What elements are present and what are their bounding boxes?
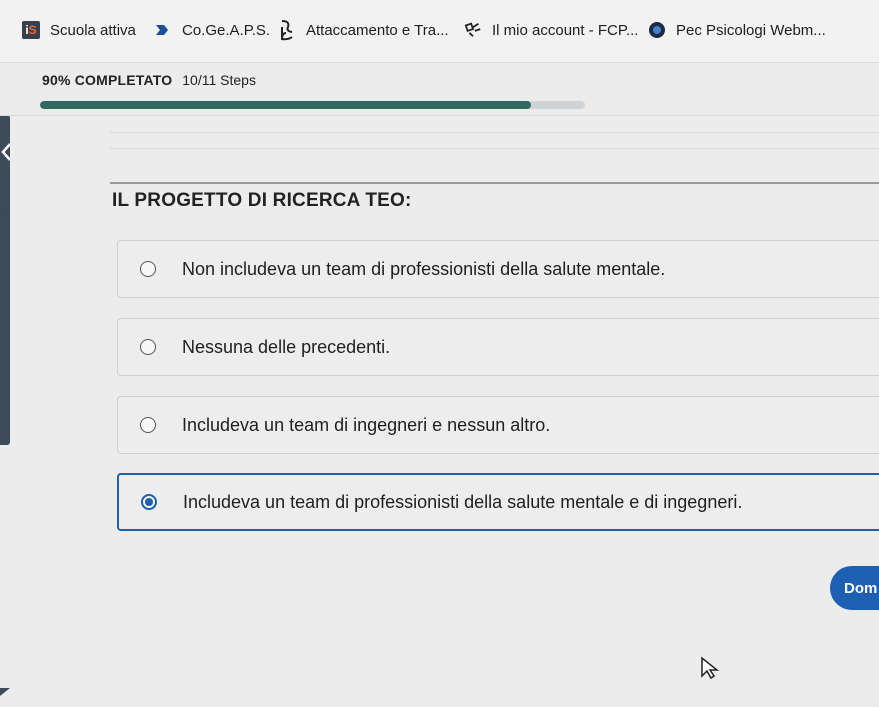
bookmark-label: Pec Psicologi Webm...	[676, 21, 826, 39]
answer-option-2[interactable]: Nessuna delle precedenti.	[117, 318, 879, 376]
progress-percent: 90% COMPLETATO	[42, 72, 173, 88]
cogeaps-logo-icon	[154, 21, 172, 39]
radio-button[interactable]	[140, 261, 156, 277]
bookmark-attaccamento[interactable]: Attaccamento e Tra...	[278, 17, 449, 43]
radio-button[interactable]	[140, 417, 156, 433]
progress-label: 90% COMPLETATO 10/11 Steps	[42, 72, 256, 88]
answer-label: Nessuna delle precedenti.	[182, 336, 391, 357]
sidebar-marker	[0, 206, 10, 214]
chevron-left-icon[interactable]	[0, 140, 14, 164]
bookmark-fcp-account[interactable]: Il mio account - FCP...	[464, 17, 638, 43]
answer-option-3[interactable]: Includeva un team di ingegneri e nessun …	[117, 396, 879, 454]
radio-button-selected[interactable]	[141, 494, 157, 510]
attaccamento-logo-icon	[278, 20, 296, 41]
bookmark-cogeaps[interactable]: Co.Ge.A.P.S.	[154, 17, 270, 43]
content-divider	[110, 182, 879, 184]
progress-bar	[40, 101, 585, 109]
separator	[110, 148, 879, 149]
submit-button[interactable]: Dom	[830, 566, 879, 610]
bookmark-pec-psicologi[interactable]: Pec Psicologi Webm...	[648, 17, 826, 43]
bookmarks-bar: iS Scuola attiva Co.Ge.A.P.S. Attaccamen…	[0, 0, 879, 63]
answer-label: Includeva un team di ingegneri e nessun …	[182, 414, 551, 435]
sidebar-marker	[0, 688, 10, 696]
answer-option-4[interactable]: Includeva un team di professionisti dell…	[117, 473, 879, 531]
sidebar-toggle[interactable]	[0, 115, 10, 445]
radio-button[interactable]	[140, 339, 156, 355]
progress-steps: 10/11 Steps	[182, 72, 256, 88]
bookmark-scuola-attiva[interactable]: iS Scuola attiva	[22, 17, 136, 43]
bookmark-label: Attaccamento e Tra...	[306, 21, 449, 39]
fcp-logo-icon	[464, 21, 482, 39]
radio-dot	[145, 498, 153, 506]
bookmark-label: Co.Ge.A.P.S.	[182, 21, 271, 39]
answer-label: Includeva un team di professionisti dell…	[183, 491, 743, 512]
bookmark-label: Scuola attiva	[50, 21, 136, 39]
answer-option-1[interactable]: Non includeva un team di professionisti …	[117, 240, 879, 298]
bookmark-label: Il mio account - FCP...	[492, 21, 639, 39]
separator	[0, 115, 879, 116]
mouse-pointer-icon	[700, 656, 720, 685]
pec-logo-icon	[648, 21, 666, 39]
progress-bar-fill	[40, 101, 531, 109]
separator	[110, 132, 879, 133]
question-title: IL PROGETTO DI RICERCA TEO:	[112, 190, 412, 211]
answer-label: Non includeva un team di professionisti …	[182, 258, 666, 279]
scuola-attiva-logo-icon: iS	[22, 21, 40, 39]
